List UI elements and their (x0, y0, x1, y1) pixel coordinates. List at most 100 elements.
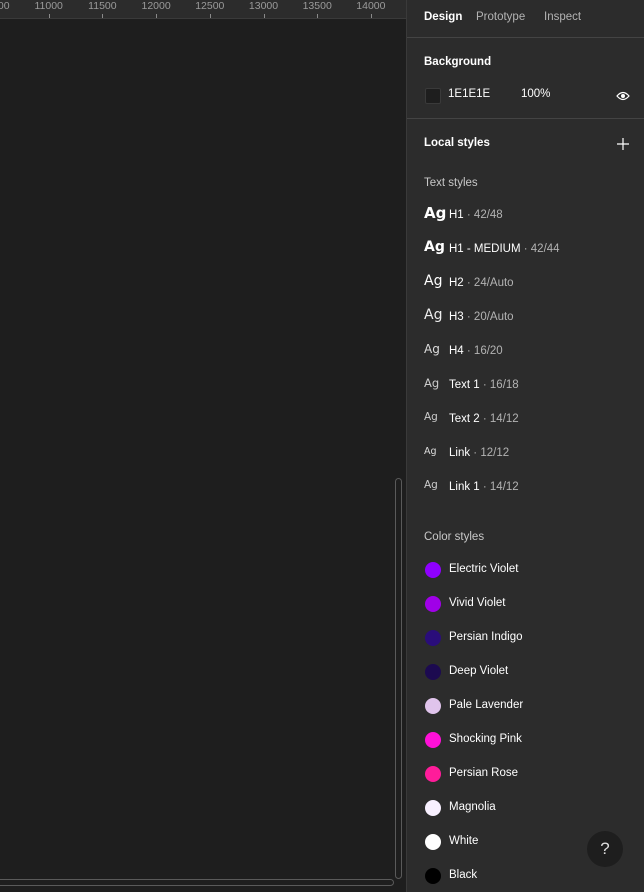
color-style-name: White (449, 835, 479, 847)
text-style-preview-icon: Ag (424, 376, 440, 390)
text-style-name: H3 (449, 311, 464, 323)
text-style-item[interactable]: Ag H1 · 42/48 (424, 204, 634, 226)
plus-icon[interactable] (617, 137, 629, 155)
text-style-meta: · 42/48 (463, 209, 503, 221)
text-style-name: H1 (449, 209, 464, 221)
color-style-name: Shocking Pink (449, 733, 522, 745)
text-style-meta: · 16/18 (479, 379, 519, 391)
text-style-label: H1 · 42/48 (449, 209, 503, 221)
tab-prototype[interactable]: Prototype (476, 11, 525, 23)
background-title: Background (424, 56, 492, 68)
ruler-tick (370, 14, 372, 18)
text-style-meta: · 42/44 (520, 243, 560, 255)
text-style-meta: · 24/Auto (463, 277, 514, 289)
text-style-name: H2 (449, 277, 464, 289)
ruler-tick (317, 14, 319, 18)
text-style-name: Text 1 (449, 379, 480, 391)
text-style-item[interactable]: Ag Link 1 · 14/12 (424, 478, 634, 498)
vertical-scrollbar[interactable] (395, 478, 402, 879)
text-style-meta: · 16/20 (463, 345, 503, 357)
text-style-name: Link 1 (449, 481, 480, 493)
ruler-tick (48, 14, 50, 18)
text-style-label: H1 - MEDIUM · 42/44 (449, 243, 560, 255)
color-style-name: Electric Violet (449, 563, 519, 575)
text-style-name: Text 2 (449, 413, 480, 425)
ruler-tick (156, 14, 158, 18)
color-style-name: Vivid Violet (449, 597, 506, 609)
color-style-item[interactable]: Persian Rose (424, 765, 634, 785)
text-style-preview-icon: Ag (424, 411, 438, 423)
ruler-tick-label: 10500 (0, 0, 10, 12)
color-style-name: Deep Violet (449, 665, 509, 677)
panel-tabs: Design Prototype Inspect (407, 0, 644, 38)
text-style-label: H3 · 20/Auto (449, 311, 514, 323)
tab-inspect[interactable]: Inspect (544, 11, 581, 23)
text-style-label: Text 2 · 14/12 (449, 413, 519, 425)
help-button[interactable]: ? (587, 831, 623, 867)
text-style-label: H2 · 24/Auto (449, 277, 514, 289)
color-style-name: Black (449, 869, 478, 881)
ruler-tick-label: 13000 (248, 0, 279, 12)
text-style-preview-icon: Ag (424, 479, 438, 491)
horizontal-ruler: 10500 11000 11500 12000 12500 13000 13500 14000 (0, 0, 406, 19)
color-swatch (425, 732, 441, 748)
ruler-tick-label: 13500 (302, 0, 332, 12)
text-style-label: Link 1 · 14/12 (449, 481, 519, 493)
text-style-meta: · 14/12 (479, 481, 519, 493)
text-style-meta: · 14/12 (479, 413, 519, 425)
text-styles-title: Text styles (424, 177, 478, 189)
ruler-tick-label: 12500 (195, 0, 225, 12)
text-style-name: H1 - MEDIUM (449, 243, 521, 255)
color-style-name: Pale Lavender (449, 699, 524, 711)
color-style-item[interactable]: Shocking Pink (424, 731, 634, 751)
text-style-item[interactable]: Ag H1 - MEDIUM · 42/44 (424, 239, 634, 260)
properties-panel: Design Prototype Inspect Background 1E1E… (406, 0, 644, 892)
color-style-item[interactable]: Electric Violet (424, 561, 634, 581)
color-style-item[interactable]: Vivid Violet (424, 595, 634, 615)
text-style-item[interactable]: Ag H4 · 16/20 (424, 342, 634, 362)
color-style-item[interactable]: Pale Lavender (424, 697, 634, 717)
background-hex[interactable]: 1E1E1E (448, 88, 490, 100)
text-style-item[interactable]: Ag H2 · 24/Auto (424, 273, 634, 294)
text-style-name: Link (449, 447, 471, 459)
color-swatch (425, 800, 441, 816)
text-style-preview-icon: Ag (424, 239, 445, 255)
text-style-label: H4 · 16/20 (449, 345, 503, 357)
horizontal-scrollbar[interactable] (0, 879, 394, 886)
color-swatch (425, 596, 441, 612)
text-style-preview-icon: Ag (424, 446, 437, 457)
divider (407, 118, 644, 119)
tab-design[interactable]: Design (424, 11, 462, 23)
color-style-item[interactable]: Persian Indigo (424, 629, 634, 649)
color-style-item[interactable]: Black (424, 867, 634, 887)
color-swatch (425, 698, 441, 714)
background-swatch[interactable] (425, 88, 441, 104)
color-styles-title: Color styles (424, 531, 485, 543)
text-style-label: Link · 12/12 (449, 447, 509, 459)
color-style-item[interactable]: Deep Violet (424, 663, 634, 683)
text-style-item[interactable]: Ag Text 2 · 14/12 (424, 410, 634, 430)
text-style-meta: · 12/12 (470, 447, 510, 459)
text-style-item[interactable]: Ag Text 1 · 16/18 (424, 376, 634, 396)
ruler-tick-label: 14000 (356, 0, 386, 12)
color-style-item[interactable]: Magnolia (424, 799, 634, 819)
text-style-item[interactable]: Ag H3 · 20/Auto (424, 307, 634, 328)
ruler-tick-label: 11000 (34, 0, 63, 12)
eye-icon[interactable] (616, 89, 630, 107)
color-swatch (425, 834, 441, 850)
color-swatch (425, 868, 441, 884)
text-style-item[interactable]: Ag Link · 12/12 (424, 444, 634, 464)
ruler-tick (263, 14, 265, 18)
color-style-name: Persian Indigo (449, 631, 523, 643)
text-style-meta: · 20/Auto (463, 311, 514, 323)
canvas[interactable] (0, 19, 406, 892)
text-style-name: H4 (449, 345, 464, 357)
ruler-tick (209, 14, 211, 18)
text-style-preview-icon: Ag (424, 307, 443, 323)
background-opacity[interactable]: 100% (521, 88, 550, 100)
ruler-tick-label: 11500 (88, 0, 117, 12)
local-styles-title: Local styles (424, 137, 490, 149)
color-swatch (425, 630, 441, 646)
ruler-tick (102, 14, 104, 18)
ruler-tick-label: 12000 (141, 0, 171, 12)
